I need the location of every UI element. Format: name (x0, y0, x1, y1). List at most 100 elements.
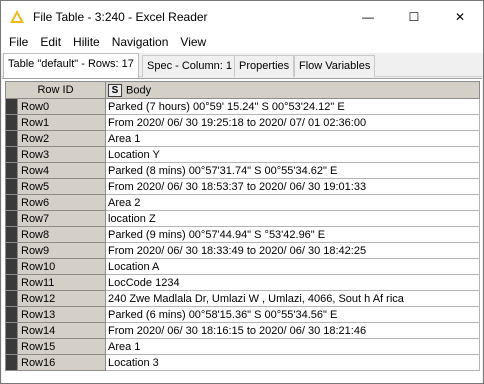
body-cell[interactable]: Parked (6 mins) 00°58'15.36" S 00°55'34.… (105, 306, 480, 323)
row-id-cell[interactable]: Row3 (5, 146, 106, 163)
close-icon: ✕ (454, 9, 466, 24)
menu-file[interactable]: File (3, 32, 34, 53)
table-row[interactable]: Row15 Area 1 (5, 338, 480, 355)
table-row[interactable]: Row13 Parked (6 mins) 00°58'15.36" S 00°5… (5, 306, 480, 323)
body-cell[interactable]: From 2020/ 06/ 30 18:53:37 to 2020/ 06/ … (105, 178, 480, 195)
table-row[interactable]: Row10 Location A (5, 258, 480, 275)
row-id-cell[interactable]: Row9 (5, 242, 106, 259)
tab-table-default[interactable]: Table "default" - Rows: 17 (3, 53, 139, 78)
row-id-cell[interactable]: Row1 (5, 114, 106, 131)
row-id-cell[interactable]: Row8 (5, 226, 106, 243)
row-id-container: Row5 (6, 179, 105, 194)
row-id-cell[interactable]: Row14 (5, 322, 106, 339)
body-cell[interactable]: location Z (105, 210, 480, 227)
row-id-container: Row0 (6, 99, 105, 114)
body-cell[interactable]: From 2020/ 06/ 30 19:25:18 to 2020/ 07/ … (105, 114, 480, 131)
row-id-cell[interactable]: Row12 (5, 290, 106, 307)
body-cell[interactable]: Location A (105, 258, 480, 275)
row-id-cell[interactable]: Row6 (5, 194, 106, 211)
row-id-label: Row16 (21, 356, 56, 369)
data-table-view[interactable]: Row ID S Body Row0 Parked (7 hours) 00°59'… (2, 78, 482, 383)
column-header-row-id[interactable]: Row ID (5, 81, 106, 99)
row-id-label: Row2 (21, 132, 50, 145)
maximize-button[interactable]: ☐ (391, 1, 437, 32)
minimize-button[interactable]: — (345, 1, 391, 32)
menu-view[interactable]: View (174, 32, 212, 53)
row-id-container: Row2 (6, 131, 105, 146)
row-id-label: Row5 (21, 180, 50, 193)
table-row[interactable]: Row7 location Z (5, 210, 480, 227)
close-button[interactable]: ✕ (437, 1, 483, 32)
row-id-container: Row7 (6, 211, 105, 226)
table-row[interactable]: Row16 Location 3 (5, 354, 480, 371)
row-id-cell[interactable]: Row11 (5, 274, 106, 291)
table-row[interactable]: Row2 Area 1 (5, 130, 480, 147)
row-id-cell[interactable]: Row16 (5, 354, 106, 371)
row-id-container: Row3 (6, 147, 105, 162)
row-id-cell[interactable]: Row15 (5, 338, 106, 355)
menu-hilite[interactable]: Hilite (67, 32, 106, 53)
table-row[interactable]: Row6 Area 2 (5, 194, 480, 211)
row-marker (6, 291, 18, 306)
excel-reader-window: File Table - 3:240 - Excel Reader — ☐ ✕ … (0, 0, 484, 384)
row-id-cell[interactable]: Row0 (5, 98, 106, 115)
row-id-cell[interactable]: Row7 (5, 210, 106, 227)
row-marker (6, 211, 18, 226)
tab-spec-column[interactable]: Spec - Column: 1 (142, 55, 237, 77)
body-cell[interactable]: From 2020/ 06/ 30 18:33:49 to 2020/ 06/ … (105, 242, 480, 259)
table-row[interactable]: Row3 Location Y (5, 146, 480, 163)
minimize-icon: — (362, 9, 374, 24)
table-row[interactable]: Row1 From 2020/ 06/ 30 19:25:18 to 2020/ … (5, 114, 480, 131)
table-row[interactable]: Row12 240 Zwe Madlala Dr, Umlazi W , Umla… (5, 290, 480, 307)
table-row[interactable]: Row11 LocCode 1234 (5, 274, 480, 291)
row-id-container: Row6 (6, 195, 105, 210)
row-id-container: Row1 (6, 115, 105, 130)
body-cell[interactable]: Area 1 (105, 130, 480, 147)
table-row[interactable]: Row14 From 2020/ 06/ 30 18:16:15 to 2020/… (5, 322, 480, 339)
table-row[interactable]: Row9 From 2020/ 06/ 30 18:33:49 to 2020/ … (5, 242, 480, 259)
table-header-row: Row ID S Body (5, 81, 480, 99)
body-cell[interactable]: Parked (8 mins) 00°57'31.74" S 00°55'34.… (105, 162, 480, 179)
table-row[interactable]: Row4 Parked (8 mins) 00°57'31.74" S 00°55… (5, 162, 480, 179)
row-id-container: Row10 (6, 259, 105, 274)
column-header-body-label: Body (126, 83, 152, 96)
table-row[interactable]: Row8 Parked (9 mins) 00°57'44.94" S °53'4… (5, 226, 480, 243)
body-cell[interactable]: Area 1 (105, 338, 480, 355)
row-id-cell[interactable]: Row2 (5, 130, 106, 147)
body-cell[interactable]: LocCode 1234 (105, 274, 480, 291)
row-id-label: Row12 (21, 292, 56, 305)
row-id-cell[interactable]: Row5 (5, 178, 106, 195)
maximize-icon: ☐ (408, 9, 420, 24)
tab-flow-variables[interactable]: Flow Variables (294, 55, 376, 77)
column-header-body[interactable]: S Body (105, 81, 480, 99)
row-id-cell[interactable]: Row4 (5, 162, 106, 179)
menu-edit[interactable]: Edit (34, 32, 67, 53)
table-row[interactable]: Row0 Parked (7 hours) 00°59' 15.24" S 00°… (5, 98, 480, 115)
row-id-container: Row16 (6, 355, 105, 370)
body-cell[interactable]: Location 3 (105, 354, 480, 371)
title-bar[interactable]: File Table - 3:240 - Excel Reader — ☐ ✕ (1, 1, 483, 32)
row-id-label: Row11 (21, 276, 55, 289)
row-id-cell[interactable]: Row13 (5, 306, 106, 323)
row-id-container: Row9 (6, 243, 105, 258)
body-cell[interactable]: Parked (9 mins) 00°57'44.94" S °53'42.96… (105, 226, 480, 243)
body-cell[interactable]: From 2020/ 06/ 30 18:16:15 to 2020/ 06/ … (105, 322, 480, 339)
body-cell[interactable]: 240 Zwe Madlala Dr, Umlazi W , Umlazi, 4… (105, 290, 480, 307)
menu-navigation[interactable]: Navigation (106, 32, 175, 53)
row-marker (6, 259, 18, 274)
body-cell[interactable]: Area 2 (105, 194, 480, 211)
row-marker (6, 147, 18, 162)
row-id-container: Row11 (6, 275, 105, 290)
tab-properties[interactable]: Properties (234, 55, 295, 77)
body-cell[interactable]: Parked (7 hours) 00°59' 15.24" S 00°53'2… (105, 98, 480, 115)
row-id-label: Row7 (21, 212, 50, 225)
row-id-label: Row13 (21, 308, 56, 321)
row-id-label: Row4 (21, 164, 50, 177)
row-id-cell[interactable]: Row10 (5, 258, 106, 275)
row-id-container: Row14 (6, 323, 105, 338)
knime-app-icon (9, 9, 25, 25)
row-id-label: Row10 (21, 260, 56, 273)
row-id-container: Row8 (6, 227, 105, 242)
table-row[interactable]: Row5 From 2020/ 06/ 30 18:53:37 to 2020/ … (5, 178, 480, 195)
body-cell[interactable]: Location Y (105, 146, 480, 163)
